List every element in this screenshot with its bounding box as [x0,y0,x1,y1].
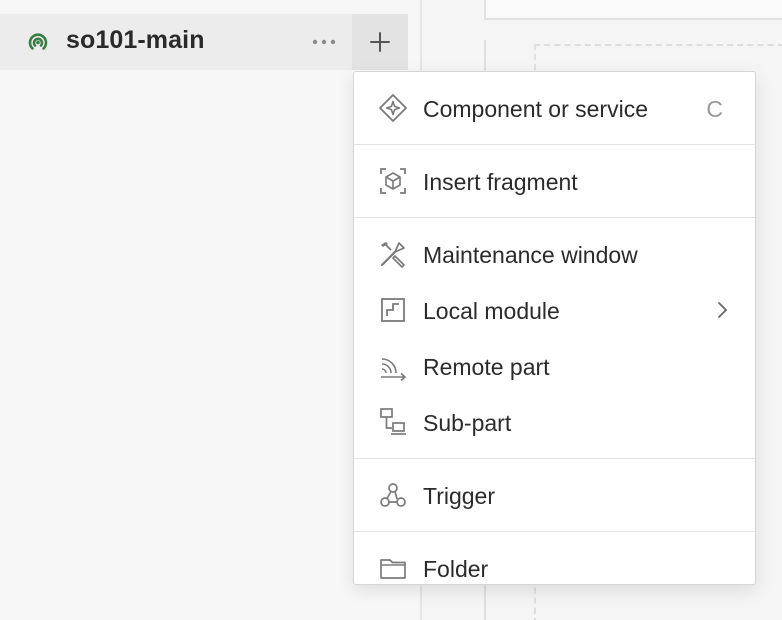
canvas-node[interactable] [484,0,782,20]
menu-item-component-or-service[interactable]: Component or service C [354,80,755,136]
menu-item-insert-fragment[interactable]: Insert fragment [354,153,755,209]
fragment-cube-icon [378,166,408,196]
menu-item-label: Sub-part [423,410,512,436]
plus-icon [370,32,390,52]
chevron-right-icon [715,299,731,321]
menu-item-folder[interactable]: Folder [354,540,755,596]
machine-name: so101-main [66,26,205,54]
menu-item-trigger[interactable]: Trigger [354,467,755,523]
folder-icon [378,553,408,583]
menu-item-label: Local module [423,298,560,324]
menu-section: Insert fragment [354,145,755,218]
more-options-button[interactable] [302,24,346,60]
signal-online-icon [24,28,52,56]
shortcut-hint: C [706,96,723,122]
module-icon [378,295,408,325]
sub-part-icon [378,407,408,437]
menu-item-label: Insert fragment [423,169,578,195]
component-diamond-icon [378,93,408,123]
menu-section: Folder [354,532,755,604]
menu-item-local-module[interactable]: Local module [354,282,755,338]
menu-item-label: Component or service [423,96,648,122]
menu-item-maintenance-window[interactable]: Maintenance window [354,226,755,282]
menu-item-label: Remote part [423,354,550,380]
more-horizontal-icon [312,39,336,45]
webhook-trigger-icon [378,480,408,510]
menu-section: Maintenance window Local module Remote p… [354,218,755,459]
machine-row[interactable]: so101-main [0,14,408,70]
menu-item-label: Maintenance window [423,242,638,268]
add-button[interactable] [352,14,408,70]
tools-icon [378,239,408,269]
remote-signal-icon [378,351,408,381]
menu-item-label: Trigger [423,483,495,509]
menu-section: Trigger [354,459,755,532]
menu-item-sub-part[interactable]: Sub-part [354,394,755,450]
menu-item-label: Folder [423,556,489,582]
menu-section: Component or service C [354,72,755,145]
add-resource-menu: Component or service C Insert fragment M… [353,71,756,585]
menu-item-remote-part[interactable]: Remote part [354,338,755,394]
